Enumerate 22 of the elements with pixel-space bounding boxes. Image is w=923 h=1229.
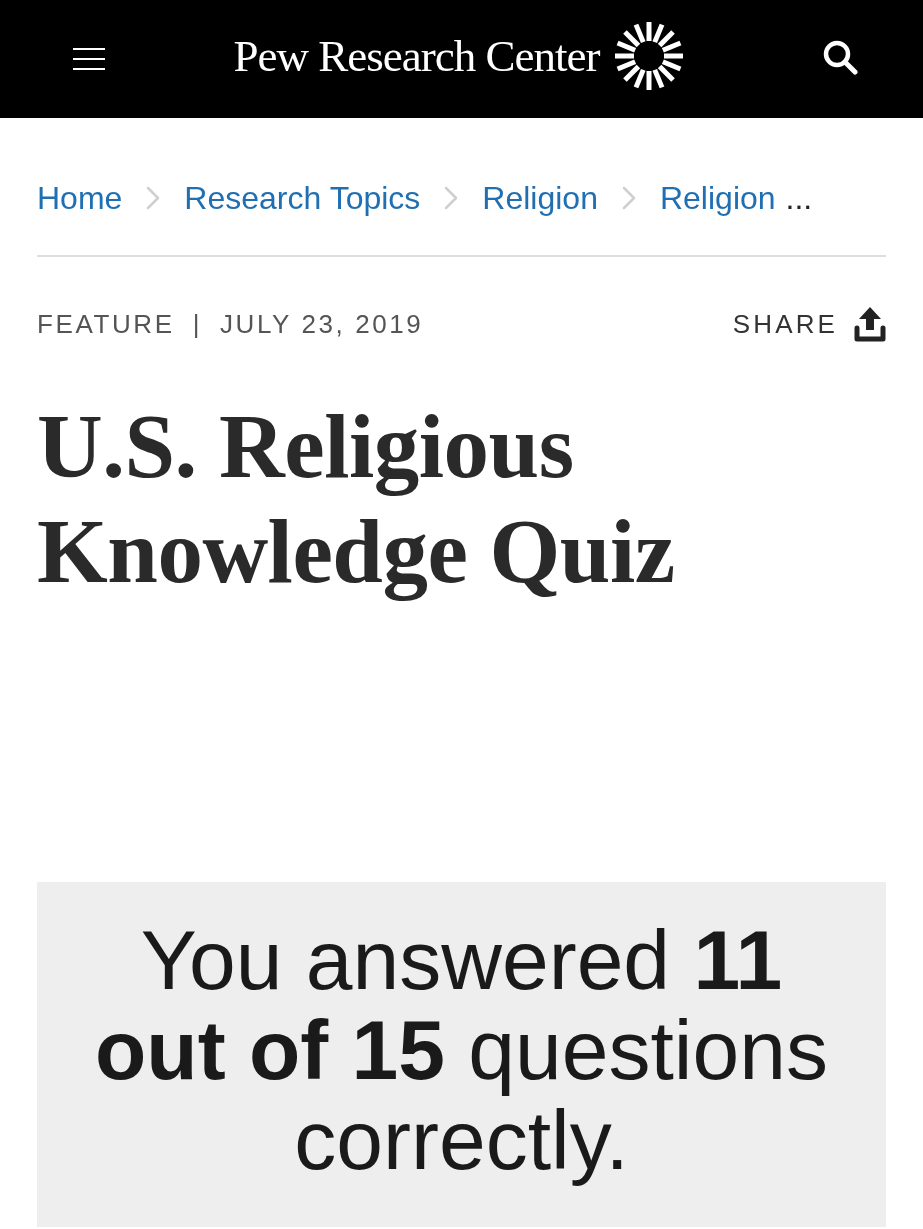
search-icon <box>822 39 858 75</box>
chevron-right-icon <box>444 186 459 210</box>
menu-button[interactable] <box>72 46 106 72</box>
site-logo[interactable]: Pew Research Center <box>233 22 684 90</box>
share-button[interactable]: SHARE <box>732 306 886 342</box>
article-title: U.S. Religious Knowledge Quiz <box>37 395 676 604</box>
quiz-result-text: You answered 11 out of 15 questions correctly. <box>94 915 829 1185</box>
publish-date: JULY 23, 2019 <box>220 308 424 340</box>
article-type-label: FEATURE <box>37 308 175 340</box>
logo-text: Pew Research Center <box>233 31 600 81</box>
sunburst-logo-icon <box>615 22 684 90</box>
breadcrumb-overflow: ... <box>785 179 813 218</box>
share-upload-icon <box>854 306 886 342</box>
breadcrumb-link[interactable]: Research Topics <box>184 178 421 218</box>
chevron-right-icon <box>621 186 636 210</box>
breadcrumb-link[interactable]: Religion <box>659 178 776 218</box>
meta-separator: | <box>192 308 202 340</box>
menu-icon <box>73 47 105 71</box>
chevron-right-icon <box>146 186 161 210</box>
breadcrumb-link[interactable]: Religion <box>482 178 598 218</box>
breadcrumb-link[interactable]: Home <box>37 178 123 218</box>
search-button[interactable] <box>821 38 859 76</box>
